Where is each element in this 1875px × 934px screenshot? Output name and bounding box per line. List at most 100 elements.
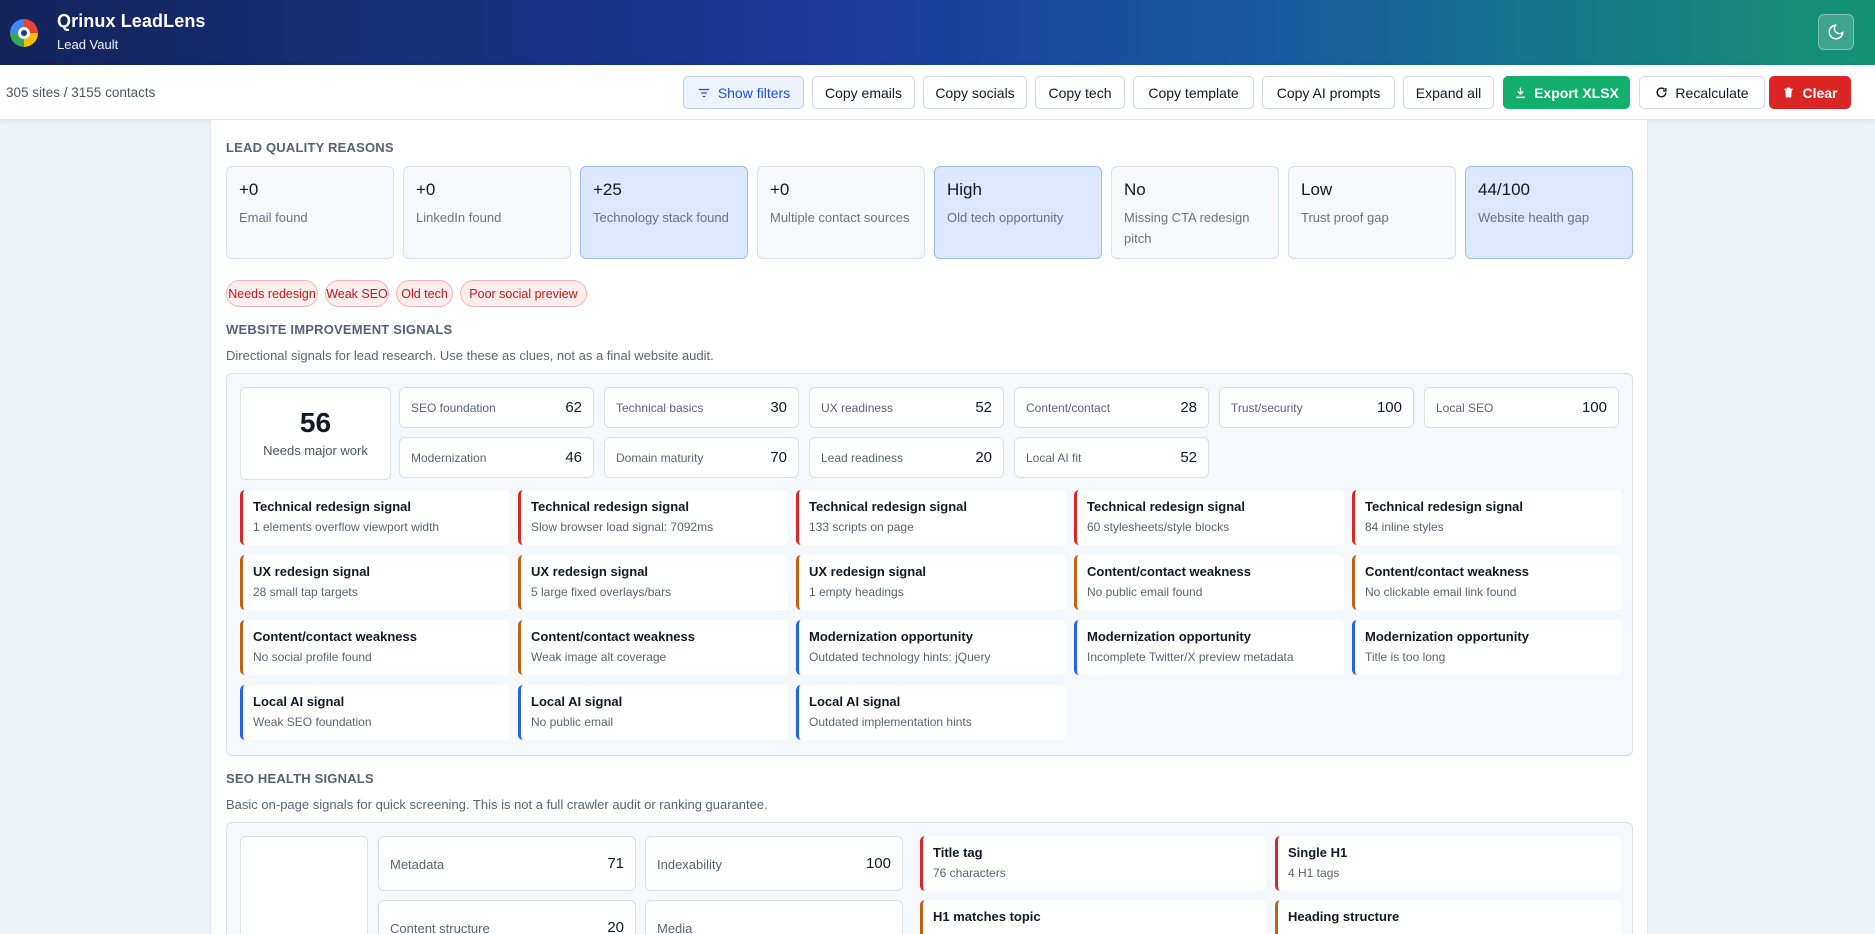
metric-seo-foundation: SEO foundation 62 (399, 387, 594, 428)
seo-metric-indexability: Indexability 100 (645, 836, 903, 891)
seo-signal-heading-structure: Heading structure (1275, 900, 1621, 934)
signal-card: Modernization opportunity Incomplete Twit… (1074, 620, 1344, 675)
signal-card: Technical redesign signal Slow browser lo… (518, 490, 788, 545)
recalculate-button[interactable]: Recalculate (1639, 76, 1765, 109)
signal-card: Local AI signal Outdated implementation h… (796, 685, 1066, 740)
show-filters-button[interactable]: Show filters (683, 76, 804, 109)
seo-metric-metadata: Metadata 71 (378, 836, 636, 891)
signal-card: Modernization opportunity Title is too lo… (1352, 620, 1622, 675)
signal-detail: 60 stylesheets/style blocks (1087, 520, 1230, 534)
signal-title: Technical redesign signal (1365, 499, 1523, 514)
tag-old-tech: Old tech (396, 280, 453, 307)
app-subtitle: Lead Vault (57, 36, 119, 52)
signal-detail: Incomplete Twitter/X preview metadata (1087, 650, 1294, 664)
signal-detail: 28 small tap targets (253, 585, 358, 599)
signal-detail: 5 large fixed overlays/bars (531, 585, 672, 599)
reason-card: 44/100 Website health gap (1465, 166, 1633, 259)
toolbar: 305 sites / 3155 contacts Show filters C… (0, 65, 1875, 120)
improvement-signals-description: Directional signals for lead research. U… (226, 348, 714, 363)
signal-detail: 1 empty headings (809, 585, 904, 599)
app-logo-icon (10, 18, 38, 47)
signal-card: Content/contact weakness No clickable ema… (1352, 555, 1622, 610)
refresh-icon (1656, 87, 1667, 98)
signal-title: UX redesign signal (809, 564, 927, 579)
app-title: Qrinux LeadLens (57, 10, 206, 31)
site-contact-count: 305 sites / 3155 contacts (6, 85, 156, 100)
seo-signal-h1-matches-topic: H1 matches topic (920, 900, 1266, 934)
signal-title: Content/contact weakness (1365, 564, 1529, 579)
seo-health-box: Metadata 71 Indexability 100 Content struc… (226, 822, 1633, 934)
trash-icon (1784, 87, 1794, 98)
signal-detail: 133 scripts on page (809, 520, 914, 534)
overall-score-label: Needs major work (263, 443, 368, 458)
theme-toggle-button[interactable] (1818, 14, 1854, 50)
metric-ux-readiness: UX readiness 52 (809, 387, 1004, 428)
signal-title: Local AI signal (809, 694, 901, 709)
signal-card: Local AI signal Weak SEO foundation (240, 685, 510, 740)
copy-emails-button[interactable]: Copy emails (812, 76, 915, 109)
reason-card: Low Trust proof gap (1288, 166, 1456, 259)
signal-title: UX redesign signal (253, 564, 371, 579)
seo-health-description: Basic on-page signals for quick screenin… (226, 797, 768, 812)
signal-card: Modernization opportunity Outdated techno… (796, 620, 1066, 675)
lead-quality-title: LEAD QUALITY REASONS (226, 140, 394, 155)
signal-title: Technical redesign signal (1087, 499, 1245, 514)
copy-socials-button[interactable]: Copy socials (923, 76, 1027, 109)
lead-detail-panel: LEAD QUALITY REASONS +0 Email found +0 Lin… (210, 120, 1648, 934)
signal-detail: Title is too long (1365, 650, 1446, 664)
overall-score: 56 (299, 407, 332, 438)
reason-card: +0 Multiple contact sources (757, 166, 925, 259)
signal-title: Technical redesign signal (531, 499, 689, 514)
seo-metric-content-structure: Content structure 20 (378, 900, 636, 934)
seo-health-title: SEO HEALTH SIGNALS (226, 771, 374, 786)
signal-detail: Weak image alt coverage (531, 650, 667, 664)
metric-domain-maturity: Domain maturity 70 (604, 437, 799, 478)
metric-modernization: Modernization 46 (399, 437, 594, 478)
metric-trust-security: Trust/security 100 (1219, 387, 1414, 428)
signal-title: Local AI signal (253, 694, 345, 709)
moon-icon (1828, 24, 1844, 40)
signal-title: Local AI signal (531, 694, 623, 709)
signal-detail: Outdated technology hints: jQuery (809, 650, 991, 664)
clear-button[interactable]: Clear (1769, 76, 1851, 109)
metric-content-contact: Content/contact 28 (1014, 387, 1209, 428)
reason-card: +0 Email found (226, 166, 394, 259)
signal-card: Technical redesign signal 84 inline style… (1352, 490, 1622, 545)
signal-detail: Slow browser load signal: 7092ms (531, 520, 714, 534)
signal-detail: No public email found (1087, 585, 1203, 599)
seo-signal-title-tag: Title tag 76 characters (920, 836, 1266, 891)
reason-card: High Old tech opportunity (934, 166, 1102, 259)
metric-local-seo: Local SEO 100 (1424, 387, 1619, 428)
expand-all-button[interactable]: Expand all (1403, 76, 1494, 109)
signal-card: Content/contact weakness Weak image alt c… (518, 620, 788, 675)
reason-card: +25 Technology stack found (580, 166, 748, 259)
signal-card: UX redesign signal 5 large fixed overlays… (518, 555, 788, 610)
app-header: Qrinux LeadLens Lead Vault (0, 0, 1875, 65)
signal-detail: No clickable email link found (1365, 585, 1517, 599)
metric-technical-basics: Technical basics 30 (604, 387, 799, 428)
signal-title: Modernization opportunity (809, 629, 973, 644)
improvement-signals-box: 56 Needs major work SEO foundation 62 Tec… (226, 373, 1633, 756)
signal-detail: No social profile found (253, 650, 372, 664)
seo-score-card (240, 836, 368, 934)
signal-title: Modernization opportunity (1365, 629, 1529, 644)
signal-title: Technical redesign signal (809, 499, 967, 514)
signal-title: Technical redesign signal (253, 499, 411, 514)
signal-detail: No public email (531, 715, 614, 729)
signal-detail: 1 elements overflow viewport width (253, 520, 440, 534)
signal-card: Technical redesign signal 133 scripts on … (796, 490, 1066, 545)
copy-ai-prompts-button[interactable]: Copy AI prompts (1262, 76, 1395, 109)
signal-title: Modernization opportunity (1087, 629, 1251, 644)
tag-needs-redesign: Needs redesign (226, 280, 318, 307)
signal-card: UX redesign signal 28 small tap targets (240, 555, 510, 610)
copy-template-button[interactable]: Copy template (1133, 76, 1254, 109)
signal-detail: Outdated implementation hints (809, 715, 972, 729)
reason-card: +0 LinkedIn found (403, 166, 571, 259)
metric-local-ai-fit: Local AI fit 52 (1014, 437, 1209, 478)
copy-tech-button[interactable]: Copy tech (1035, 76, 1125, 109)
reason-card: No Missing CTA redesign pitch (1111, 166, 1279, 259)
signal-card: UX redesign signal 1 empty headings (796, 555, 1066, 610)
export-xlsx-button[interactable]: Export XLSX (1503, 76, 1630, 109)
overall-score-card: 56 Needs major work (240, 387, 391, 480)
improvement-signals-title: WEBSITE IMPROVEMENT SIGNALS (226, 322, 453, 337)
